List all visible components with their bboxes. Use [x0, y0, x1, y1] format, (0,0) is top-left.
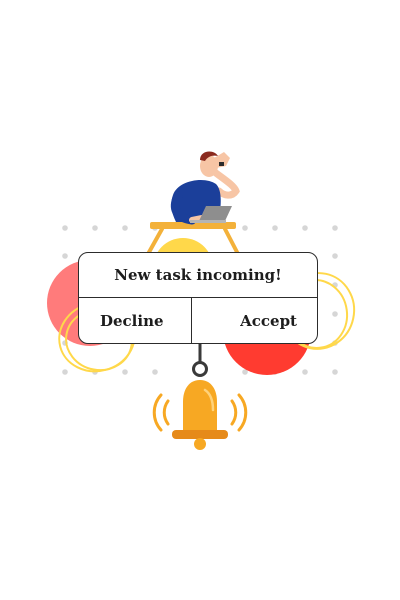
- bell-hanger: [192, 344, 208, 377]
- notification-dialog: New task incoming! Decline Accept: [78, 252, 318, 344]
- dialog-actions: Decline Accept: [79, 298, 318, 343]
- bell-icon: [172, 380, 228, 450]
- accept-button[interactable]: Accept: [192, 298, 318, 343]
- dialog-title: New task incoming!: [79, 253, 317, 298]
- task-notification-screen: New task incoming! Decline Accept: [0, 0, 400, 600]
- decline-button[interactable]: Decline: [79, 298, 192, 343]
